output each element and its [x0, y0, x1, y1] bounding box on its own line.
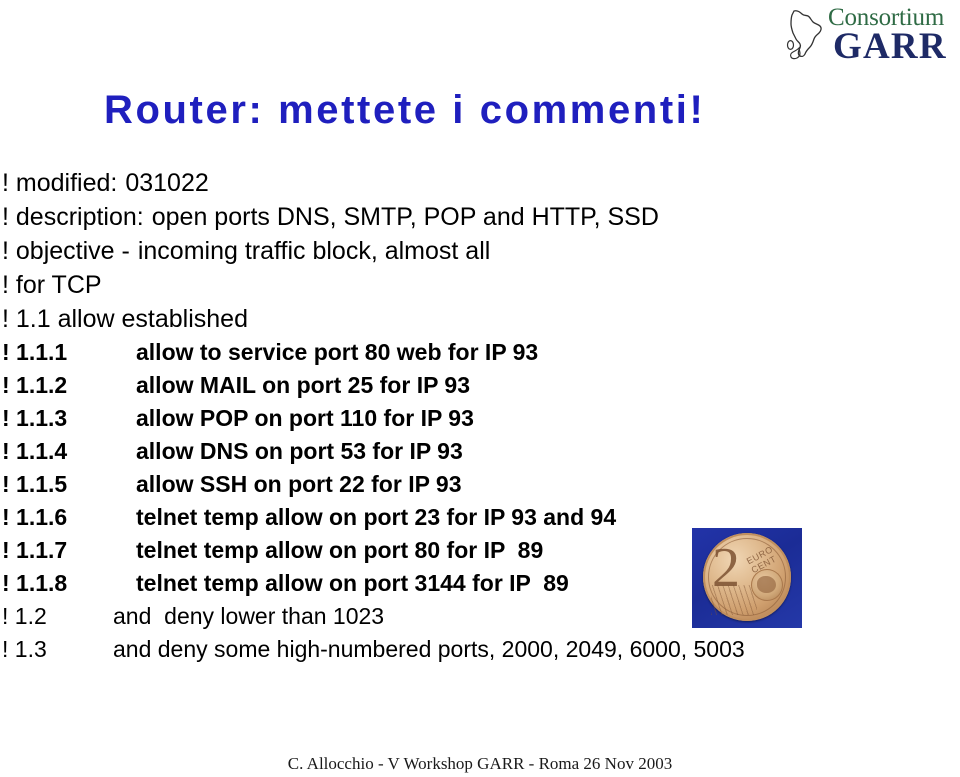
slide-footer: C. Allocchio - V Workshop GARR - Roma 26… [287, 754, 673, 773]
config-line-text: open ports DNS, SMTP, POP and HTTP, SSD [151, 203, 659, 231]
italy-map-outline-icon [786, 8, 832, 62]
config-line-label: ! for TCP [2, 271, 102, 299]
config-line: ! 1.3 and deny some high-numbered ports, … [2, 633, 942, 666]
config-line-text: 031022 [125, 169, 209, 197]
config-line-label: ! 1.1.5 [2, 471, 68, 497]
config-line: ! 1.1.4 allow DNS on port 53 for IP 93 [2, 435, 942, 468]
config-line: ! description: open ports DNS, SMTP, POP … [2, 200, 942, 234]
config-line-label: ! objective - [2, 237, 130, 265]
coin-disc: 2 EURO CENT [703, 533, 791, 621]
config-line-label: ! 1.2 [2, 603, 47, 629]
config-line: ! 1.1.5 allow SSH on port 22 for IP 93 [2, 468, 942, 501]
config-line-text: telnet temp allow on port 3144 for IP 89 [136, 570, 569, 596]
slide-canvas: Consortium GARR Router: mettete i commen… [0, 0, 960, 777]
config-line-text: and deny some high-numbered ports, 2000,… [113, 636, 745, 662]
logo-garr-text: GARR [833, 26, 947, 67]
two-euro-cent-coin-photo: 2 EURO CENT [692, 528, 802, 628]
config-line-text: incoming traffic block, almost all [137, 237, 491, 265]
config-line-label: ! 1.1.7 [2, 537, 68, 563]
config-line-label: ! description: [2, 203, 144, 231]
config-line-label: ! 1.1.6 [2, 504, 68, 530]
config-line: ! for TCP [2, 268, 942, 302]
config-line-text: allow SSH on port 22 for IP 93 [136, 471, 462, 497]
config-line-label: ! modified: [2, 169, 118, 197]
config-line: ! 1.1.1 allow to service port 80 web for … [2, 336, 942, 369]
config-line-label: ! 1.1.3 [2, 405, 68, 431]
config-line: ! 1.1.3 allow POP on port 110 for IP 93 [2, 402, 942, 435]
page-title: Router: mettete i commenti! [104, 88, 706, 132]
config-line-label: ! 1.3 [2, 636, 47, 662]
config-line-label: ! 1.1 allow established [2, 305, 248, 333]
config-line-label: ! 1.1.2 [2, 372, 68, 398]
config-line-label: ! 1.1.8 [2, 570, 68, 596]
config-line-text: allow POP on port 110 for IP 93 [136, 405, 474, 431]
config-line-text: telnet temp allow on port 23 for IP 93 a… [136, 504, 617, 530]
logo-wordmark: Consortium GARR [828, 4, 956, 66]
config-line-label: ! 1.1.4 [2, 438, 68, 464]
config-line: ! 1.1 allow established [2, 302, 942, 336]
config-line: ! 1.1.2 allow MAIL on port 25 for IP 93 [2, 369, 942, 402]
config-line: ! modified: 031022 [2, 166, 942, 200]
config-line-text: allow MAIL on port 25 for IP 93 [136, 372, 470, 398]
config-line-text: allow DNS on port 53 for IP 93 [136, 438, 463, 464]
coin-denomination: 2 [712, 537, 740, 599]
coin-globe-relief [751, 569, 783, 601]
config-line-text: allow to service port 80 web for IP 93 [136, 339, 539, 365]
config-line: ! objective - incoming traffic block, alm… [2, 234, 942, 268]
consortium-garr-logo: Consortium GARR [786, 4, 954, 66]
config-line-text: and deny lower than 1023 [113, 603, 385, 629]
config-line-label: ! 1.1.1 [2, 339, 68, 365]
coin-globe-shape [757, 576, 776, 593]
config-line-text: telnet temp allow on port 80 for IP 89 [136, 537, 544, 563]
